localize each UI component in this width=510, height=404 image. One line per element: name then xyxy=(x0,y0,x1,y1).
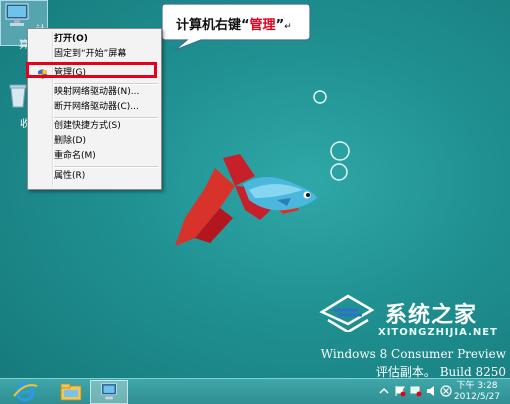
watermark-logo-icon xyxy=(319,294,375,332)
taskbar-clock[interactable]: 下午 3:28 2012/5/27 xyxy=(450,381,504,403)
menu-item-map-network-drive[interactable]: 映射网络驱动器(N)... xyxy=(30,85,158,100)
callout-prefix: 计算机右键“ xyxy=(176,18,250,33)
watermark-url-text: XITONGZHIJIA.NET xyxy=(378,327,498,338)
manage-highlight-box xyxy=(26,62,157,78)
taskbar-computer-button[interactable] xyxy=(90,380,128,404)
os-edition-text: Windows 8 Consumer Preview xyxy=(320,347,506,361)
menu-item-delete[interactable]: 删除(D) xyxy=(30,134,158,149)
taskbar: 下午 3:28 2012/5/27 xyxy=(0,378,510,404)
desktop[interactable]: 计算 回收 计算机右键“管理”↵ 打开(O) 固定到“开始”屏幕 xyxy=(0,0,510,404)
watermark-chinese-text: 系统之家 xyxy=(385,302,478,328)
volume-icon[interactable] xyxy=(426,385,438,397)
menu-item-properties[interactable]: 属性(R) xyxy=(30,169,158,184)
callout-suffix: ” xyxy=(275,18,285,33)
network-icon[interactable] xyxy=(410,385,422,397)
menu-item-create-shortcut[interactable]: 创建快捷方式(S) xyxy=(30,119,158,134)
menu-separator xyxy=(54,166,158,168)
taskbar-file-explorer-button[interactable] xyxy=(52,380,90,404)
menu-item-open[interactable]: 打开(O) xyxy=(30,32,158,47)
context-menu: 打开(O) 固定到“开始”屏幕 管理(G) 映射网络驱动器(N)... 断开网络… xyxy=(27,28,162,190)
menu-item-disconnect-network-drive[interactable]: 断开网络驱动器(C)... xyxy=(30,100,158,115)
show-hidden-icons-icon[interactable] xyxy=(378,385,390,397)
clock-time: 下午 3:28 xyxy=(456,381,498,391)
betta-fish-illustration xyxy=(175,154,317,246)
callout-highlight: 管理 xyxy=(249,18,276,33)
folder-icon xyxy=(60,383,82,401)
callout-return-mark: ↵ xyxy=(284,22,292,32)
menu-item-pin-to-start[interactable]: 固定到“开始”屏幕 xyxy=(30,47,158,62)
taskbar-internet-explorer-button[interactable] xyxy=(6,380,44,404)
computer-icon xyxy=(101,383,117,400)
callout-text: 计算机右键“管理”↵ xyxy=(176,14,292,33)
clock-date: 2012/5/27 xyxy=(453,392,501,402)
computer-icon xyxy=(5,3,29,26)
menu-item-rename[interactable]: 重命名(M) xyxy=(30,149,158,164)
system-tray xyxy=(370,385,452,401)
action-center-flag-icon[interactable] xyxy=(394,385,406,397)
internet-explorer-icon xyxy=(13,382,38,402)
